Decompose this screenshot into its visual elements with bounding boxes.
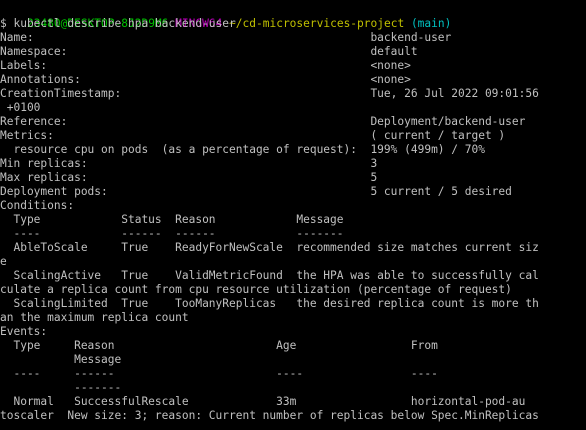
output-line: Name: backend-user (0, 31, 452, 44)
prompt-working-directory: ~/cd-microservices-project (229, 17, 405, 30)
output-line: Conditions: (0, 199, 75, 212)
output-line: Normal SuccessfulRescale 33m horizontal-… (0, 395, 526, 408)
output-line: ------- (0, 381, 122, 394)
output-line: resource cpu on pods (as a percentage of… (0, 143, 485, 156)
output-line: Message (0, 353, 122, 366)
output-line: Reference: Deployment/backend-user (0, 115, 526, 128)
output-line: ScalingLimited True TooManyReplicas the … (0, 297, 539, 310)
output-line: AbleToScale True ReadyForNewScale recomm… (0, 241, 539, 254)
output-line: CreationTimestamp: Tue, 26 Jul 2022 09:0… (0, 87, 539, 100)
prompt-git-branch: (main) (410, 17, 452, 30)
shell-prompt: 23480@DESKTOP-8J2D9M6 MINGW64 ~/cd-micro… (0, 3, 451, 30)
output-line: Deployment pods: 5 current / 5 desired (0, 185, 512, 198)
output-line: Namespace: default (0, 45, 418, 58)
command-line: $ kubectl describe hpa backend-user (0, 17, 236, 30)
output-line: ---- ------ ---- ---- (0, 367, 438, 380)
output-line: Type Reason Age From (0, 339, 438, 352)
output-line: Max replicas: 5 (0, 171, 378, 184)
output-line: Events: (0, 325, 48, 338)
output-line: Labels: <none> (0, 59, 411, 72)
output-line: toscaler New size: 3; reason: Current nu… (0, 409, 539, 422)
output-line: +0100 (0, 101, 41, 114)
output-line: e (0, 255, 7, 268)
output-line: Annotations: <none> (0, 73, 411, 86)
output-line: Type Status Reason Message (0, 213, 344, 226)
output-line: Metrics: ( current / target ) (0, 129, 506, 142)
output-line: ScalingActive True ValidMetricFound the … (0, 269, 539, 282)
output-line: Min replicas: 3 (0, 157, 378, 170)
output-line: ---- ------ ------ ------- (0, 227, 344, 240)
terminal-window[interactable]: 23480@DESKTOP-8J2D9M6 MINGW64 ~/cd-micro… (0, 0, 586, 430)
output-line: culate a replica count from cpu resource… (0, 283, 512, 296)
output-line: an the maximum replica count (0, 311, 189, 324)
